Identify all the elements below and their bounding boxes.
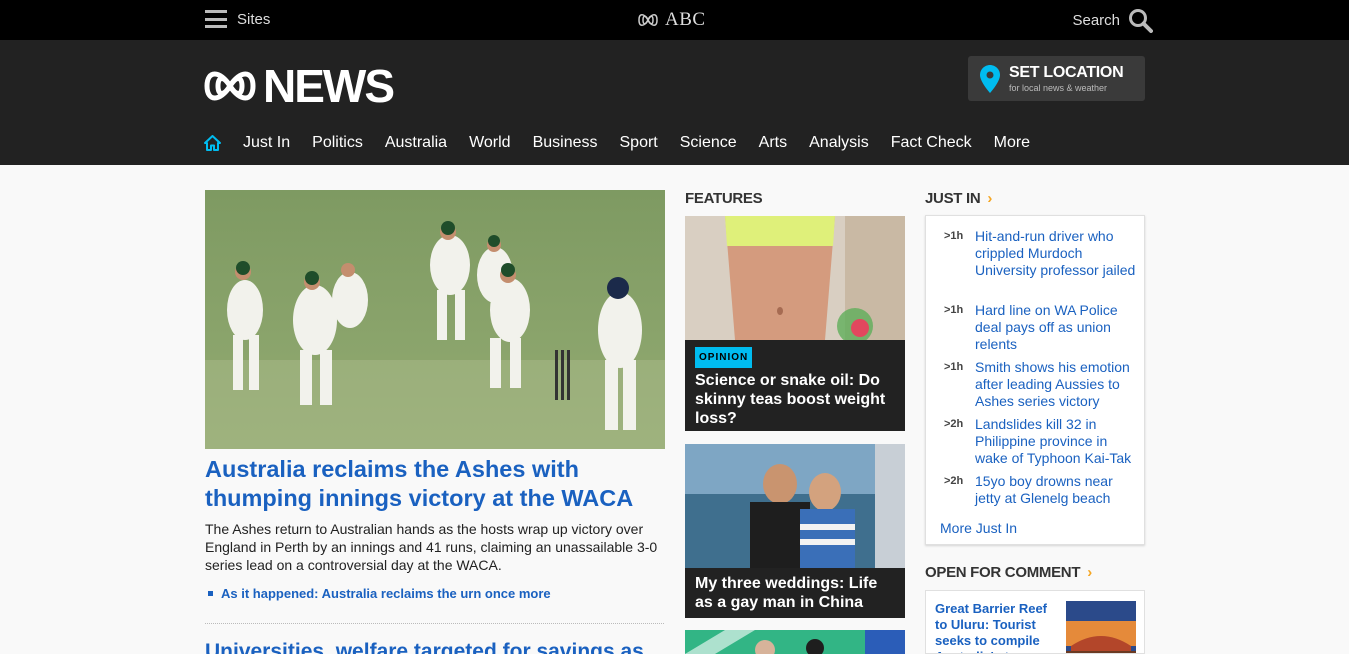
just-in-item[interactable]: >1h Hard line on WA Police deal pays off… (926, 302, 1146, 353)
lead-story-image[interactable] (205, 190, 665, 449)
just-in-headline: Smith shows his emotion after leading Au… (975, 359, 1130, 409)
feature-image-skinny-teas (685, 216, 905, 340)
nav-item-science[interactable]: Science (680, 134, 737, 152)
set-location-text: SET LOCATION for local news & weather (1009, 64, 1124, 93)
location-pin-icon (980, 64, 1000, 93)
feature-text-three-weddings: My three weddings: Life as a gay man in … (685, 568, 905, 618)
main-nav: Just In Politics Australia World Busines… (204, 131, 1052, 155)
chevron-right-icon: › (1087, 564, 1092, 581)
lead-story-summary: The Ashes return to Australian hands as … (205, 521, 658, 573)
abc-lissajous-icon (638, 14, 658, 26)
search-label: Search (1072, 12, 1120, 29)
lead-related-link[interactable]: As it happened: Australia reclaims the u… (208, 586, 551, 601)
nav-item-politics[interactable]: Politics (312, 134, 363, 152)
abc-wordmark: ABC (665, 9, 706, 30)
opinion-badge: OPINION (695, 347, 753, 368)
news-header: NEWS SET LOCATION for local news & weath… (0, 40, 1349, 165)
sites-label: Sites (237, 10, 271, 28)
feature-card-third[interactable] (685, 630, 905, 654)
cricket-celebration-image (205, 190, 665, 449)
features-section-title: FEATURES (685, 190, 763, 207)
abc-news-logo[interactable]: NEWS (203, 60, 395, 112)
open-for-comment-card[interactable]: Great Barrier Reef to Uluru: Tourist see… (925, 590, 1145, 654)
chevron-right-icon: › (987, 190, 993, 207)
feature-headline-skinny-teas: Science or snake oil: Do skinny teas boo… (695, 372, 886, 427)
nav-item-sport[interactable]: Sport (620, 134, 658, 152)
top-bar: Sites ABC Search (0, 0, 1349, 40)
just-in-title: JUST IN (925, 190, 981, 207)
feature-text-skinny-teas: OPINION Science or snake oil: Do skinny … (685, 340, 905, 431)
just-in-time: >1h (944, 304, 964, 316)
feature-card-skinny-teas[interactable]: OPINION Science or snake oil: Do skinny … (685, 216, 905, 431)
feature-image-three-weddings (685, 444, 905, 568)
nav-item-australia[interactable]: Australia (385, 134, 447, 152)
open-for-comment-headline[interactable]: Great Barrier Reef to Uluru: Tourist see… (935, 601, 1060, 653)
feature-card-three-weddings[interactable]: My three weddings: Life as a gay man in … (685, 444, 905, 618)
lead-related-link-text: As it happened: Australia reclaims the u… (221, 586, 551, 601)
just-in-item[interactable]: >2h 15yo boy drowns near jetty at Glenel… (926, 473, 1146, 507)
set-location-subtitle: for local news & weather (1009, 83, 1108, 93)
nav-item-more[interactable]: More (994, 134, 1030, 152)
story-divider (205, 623, 664, 624)
abc-lissajous-logo-icon (204, 71, 256, 101)
just-in-time: >1h (944, 361, 964, 373)
open-for-comment-thumbnail (1066, 601, 1136, 653)
sites-menu-button[interactable]: Sites (205, 10, 270, 28)
home-icon (204, 135, 221, 151)
nav-home[interactable] (204, 135, 221, 151)
nav-item-business[interactable]: Business (533, 134, 598, 152)
nav-item-fact-check[interactable]: Fact Check (891, 134, 972, 152)
just-in-item[interactable]: >2h Landslides kill 32 in Philippine pro… (926, 416, 1146, 467)
just-in-headline: Hit-and-run driver who crippled Murdoch … (975, 228, 1136, 278)
just-in-time: >2h (944, 418, 964, 430)
search-icon (1129, 9, 1153, 33)
nav-item-world[interactable]: World (469, 134, 511, 152)
bullet-icon (208, 591, 213, 596)
just-in-headline: Landslides kill 32 in Philippine provinc… (975, 416, 1132, 466)
just-in-list: >1h Hit-and-run driver who crippled Murd… (925, 215, 1145, 545)
just-in-headline: 15yo boy drowns near jetty at Glenelg be… (975, 473, 1113, 506)
second-story-headline[interactable]: Universities, welfare targeted for savin… (205, 640, 665, 654)
hamburger-icon (205, 10, 227, 28)
feature-image-third (685, 630, 905, 654)
set-location-title: SET LOCATION (1009, 64, 1124, 81)
just-in-headline: Hard line on WA Police deal pays off as … (975, 302, 1118, 352)
nav-item-analysis[interactable]: Analysis (809, 134, 869, 152)
set-location-button[interactable]: SET LOCATION for local news & weather (968, 56, 1145, 101)
more-just-in-link[interactable]: More Just In (940, 520, 1017, 536)
lead-story-headline[interactable]: Australia reclaims the Ashes with thumpi… (205, 455, 665, 513)
just-in-item[interactable]: >1h Smith shows his emotion after leadin… (926, 359, 1146, 410)
just-in-section-title[interactable]: JUST IN › (925, 190, 992, 207)
just-in-time: >2h (944, 475, 964, 487)
nav-item-just-in[interactable]: Just In (243, 134, 290, 152)
just-in-time: >1h (944, 230, 964, 242)
news-wordmark: NEWS (263, 60, 395, 112)
nav-item-arts[interactable]: Arts (759, 134, 787, 152)
open-for-comment-section-title[interactable]: OPEN FOR COMMENT › (925, 564, 1092, 581)
abc-logo[interactable]: ABC (637, 9, 706, 31)
search-button[interactable]: Search (1072, 8, 1153, 33)
features-title: FEATURES (685, 190, 763, 207)
open-for-comment-title: OPEN FOR COMMENT (925, 564, 1081, 581)
just-in-item[interactable]: >1h Hit-and-run driver who crippled Murd… (926, 228, 1146, 279)
feature-headline-three-weddings: My three weddings: Life as a gay man in … (695, 575, 878, 611)
